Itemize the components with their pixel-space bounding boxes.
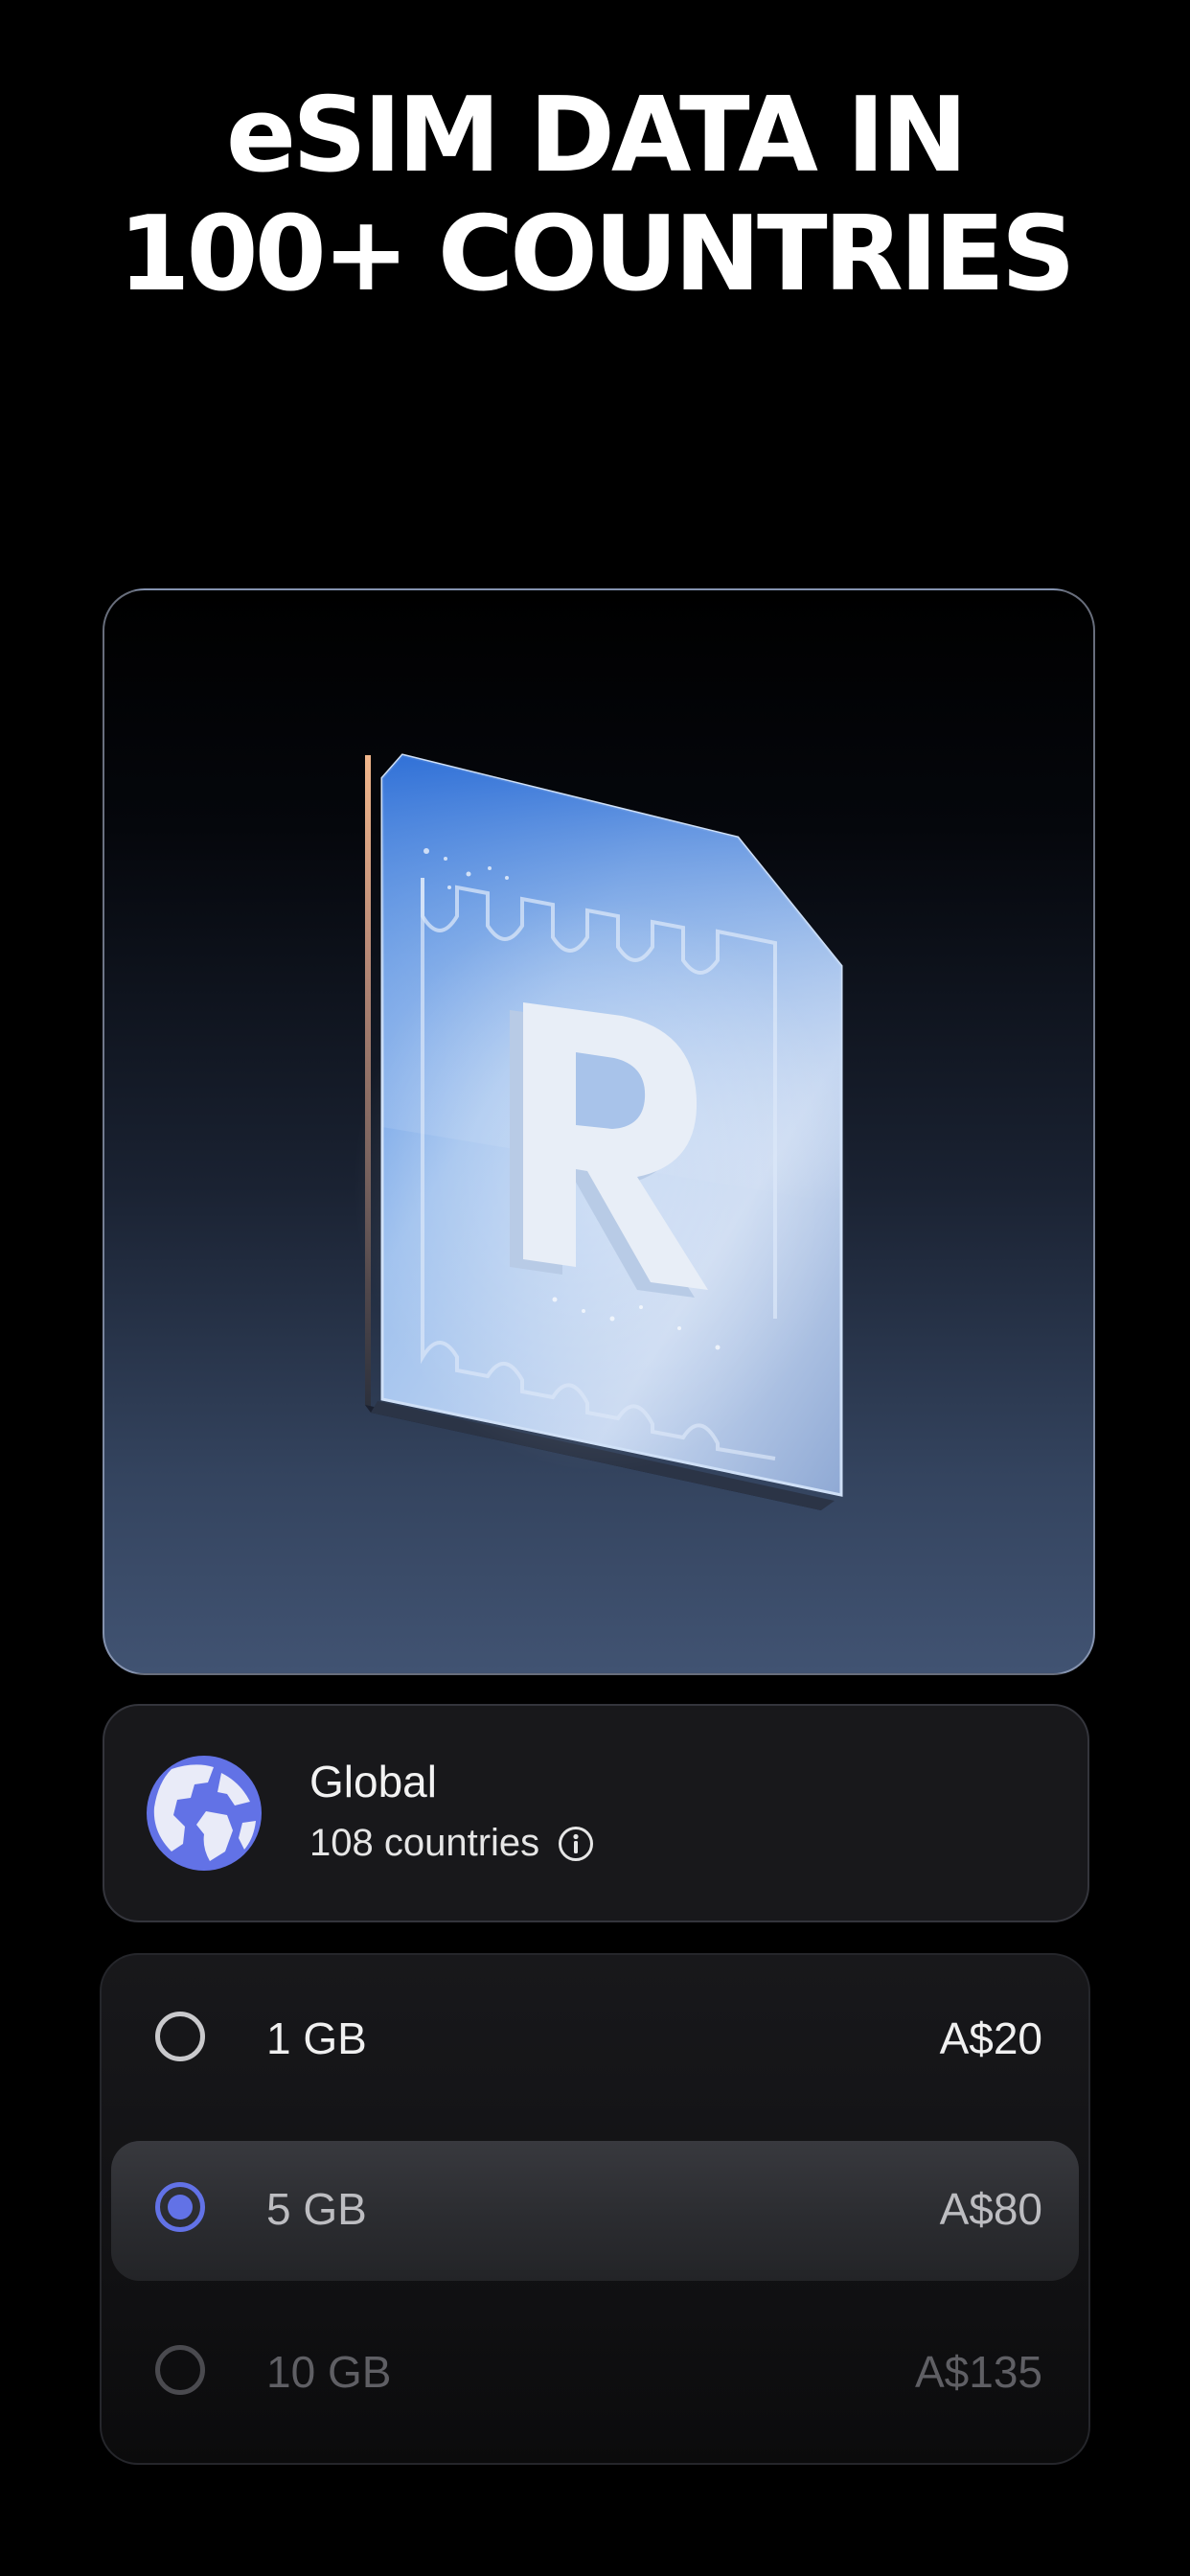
plan-radio-5gb[interactable] [155,2182,205,2232]
plan-price: A$135 [914,2347,1042,2397]
plan-option-5gb[interactable]: 5 GB A$80 [111,2141,1079,2281]
region-card[interactable]: Global 108 countries [103,1704,1089,1922]
plan-option-1gb[interactable]: 1 GB A$20 [111,1970,1079,2110]
plan-size: 10 GB [266,2347,392,2397]
data-plans-list: 1 GB A$20 5 GB A$80 10 GB A$135 [100,1953,1090,2465]
esim-hero-image [103,588,1095,1675]
plan-radio-10gb[interactable] [155,2345,205,2395]
region-name: Global [309,1757,437,1806]
page-headline: eSIM DATA IN 100+ COUNTRIES [0,77,1190,314]
headline-line-2: 100+ COUNTRIES [118,195,1075,314]
info-icon[interactable] [557,1825,595,1863]
region-countries: 108 countries [309,1822,595,1865]
plan-size: 5 GB [266,2184,367,2234]
region-countries-label: 108 countries [309,1822,540,1864]
plan-size: 1 GB [266,2013,367,2063]
plan-price: A$20 [939,2013,1042,2063]
globe-icon [147,1756,262,1871]
plan-price: A$80 [939,2184,1042,2234]
headline-line-1: eSIM DATA IN [225,76,968,196]
plan-option-10gb[interactable]: 10 GB A$135 [111,2304,1079,2444]
plan-radio-1gb[interactable] [155,2012,205,2061]
esim-card-illustration [354,753,852,1510]
